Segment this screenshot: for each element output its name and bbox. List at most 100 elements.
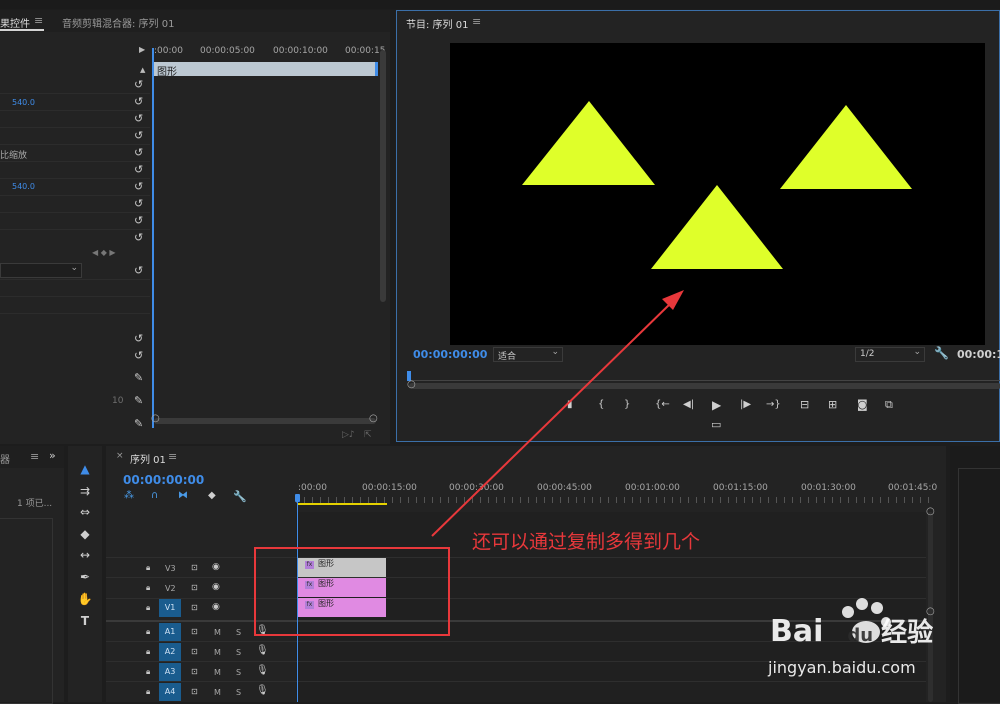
timeline-time-ruler[interactable]: :00:00 00:00:15:00 00:00:30:00 00:00:45:… — [296, 479, 937, 509]
sync-lock-icon[interactable]: ⊡ — [191, 563, 198, 572]
play-button[interactable]: ▶ — [712, 398, 721, 412]
track-label-a1[interactable]: A1 — [159, 623, 181, 641]
microphone-icon[interactable]: 🎙︎ — [256, 645, 269, 656]
snap-magnet-icon[interactable]: ∩ — [151, 490, 158, 501]
ripple-edit-tool[interactable]: ⇔ — [76, 503, 94, 521]
reset-icon[interactable]: ↺ — [134, 129, 143, 142]
sync-lock-icon[interactable]: ⊡ — [191, 687, 198, 696]
reset-icon[interactable]: ↺ — [134, 146, 143, 159]
ec-time-ruler[interactable]: :00:00 00:00:05:00 00:00:10:00 00:00:15 — [152, 42, 385, 62]
type-tool[interactable]: T — [76, 612, 94, 630]
wrench-icon[interactable]: 🔧 — [934, 346, 949, 360]
reset-icon[interactable]: ↺ — [134, 214, 143, 227]
add-marker-icon[interactable]: ◆ — [208, 490, 216, 501]
track-label-v3[interactable]: V3 — [165, 564, 176, 573]
project-bin-area[interactable] — [0, 518, 53, 704]
eye-icon[interactable]: ◉ — [212, 582, 220, 592]
go-to-in-button[interactable]: {← — [655, 399, 670, 410]
ec-horizontal-scrollbar[interactable] — [154, 418, 376, 424]
tab-project[interactable]: 器 — [0, 451, 10, 466]
scroll-handle-top-icon[interactable]: ○ — [926, 506, 935, 517]
ec-clip-bar[interactable]: 图形 — [154, 62, 378, 78]
reset-icon[interactable]: ↺ — [134, 112, 143, 125]
lock-icon[interactable]: 🔒︎ — [146, 563, 150, 573]
lock-icon[interactable]: 🔒︎ — [146, 627, 150, 637]
solo-button[interactable]: S — [236, 668, 241, 677]
mark-in-button[interactable]: { — [598, 399, 604, 410]
scroll-handle-left-icon[interactable]: ○ — [151, 413, 160, 424]
selection-tool[interactable]: ▲ — [76, 460, 94, 478]
export-audio-icon[interactable]: ▷♪ — [342, 430, 355, 440]
program-zoom-scrollbar[interactable] — [409, 383, 1000, 389]
timeline-timecode[interactable]: 00:00:00:00 — [123, 473, 204, 487]
tab-audio-clip-mixer[interactable]: 音频剪辑混合器: 序列 01 — [62, 15, 174, 30]
safe-margins-icon[interactable]: ▭ — [711, 418, 721, 431]
hand-tool[interactable]: ✋ — [76, 590, 94, 608]
eye-icon[interactable]: ◉ — [212, 562, 220, 572]
panel-menu-icon[interactable]: ≡ — [34, 14, 43, 27]
keyframe-nav-icon[interactable]: ◀ ◆ ▶ — [92, 248, 116, 257]
reset-icon[interactable]: ↺ — [134, 163, 143, 176]
scroll-handle-left-icon[interactable]: ○ — [407, 379, 416, 390]
property-value[interactable]: 540.0 — [12, 98, 35, 107]
step-back-button[interactable]: ◀| — [683, 399, 694, 410]
lock-icon[interactable]: 🔒︎ — [146, 647, 150, 657]
mark-out-button[interactable]: } — [624, 399, 630, 410]
program-timecode[interactable]: 00:00:00:00 — [413, 348, 487, 361]
solo-button[interactable]: S — [236, 628, 241, 637]
mute-button[interactable]: M — [214, 668, 221, 677]
sync-lock-icon[interactable]: ⊡ — [191, 603, 198, 612]
work-area-bar[interactable] — [297, 503, 387, 505]
mute-button[interactable]: M — [214, 688, 221, 697]
tab-sequence[interactable]: 序列 01 — [130, 451, 166, 466]
ec-vertical-scrollbar[interactable] — [380, 50, 386, 302]
show-hide-timeline-icon[interactable]: ▶ — [139, 45, 145, 54]
panel-menu-icon[interactable]: ≡ — [168, 450, 177, 463]
mute-button[interactable]: M — [214, 628, 221, 637]
program-scrub-ruler[interactable] — [409, 373, 1000, 381]
lock-icon[interactable]: 🔒︎ — [146, 583, 150, 593]
property-value[interactable]: 540.0 — [12, 182, 35, 191]
scroll-up-icon[interactable]: ▲ — [140, 66, 145, 74]
extract-icon[interactable]: ⊞ — [828, 398, 837, 411]
mute-button[interactable]: M — [214, 648, 221, 657]
program-video-frame[interactable] — [450, 43, 985, 345]
lock-icon[interactable]: 🔒︎ — [146, 667, 150, 677]
razor-tool[interactable]: ◆ — [76, 525, 94, 543]
eyedropper-icon[interactable]: ✎ — [134, 417, 143, 430]
panel-menu-icon[interactable]: ≡ — [472, 15, 481, 28]
track-label-a2[interactable]: A2 — [159, 643, 181, 661]
slip-tool[interactable]: ↔ — [76, 546, 94, 564]
lock-icon[interactable]: 🔒︎ — [146, 687, 150, 697]
scroll-handle-right-icon[interactable]: ○ — [369, 413, 378, 424]
pen-tool[interactable]: ✒ — [76, 568, 94, 586]
reset-icon[interactable]: ↺ — [134, 264, 143, 277]
sync-lock-icon[interactable]: ⊡ — [191, 667, 198, 676]
comparison-view-icon[interactable]: ⧉ — [885, 398, 893, 412]
add-marker-icon[interactable]: ▮ — [567, 399, 573, 410]
ec-playhead[interactable] — [152, 48, 154, 428]
reset-icon[interactable]: ↺ — [134, 349, 143, 362]
reset-icon[interactable]: ↺ — [134, 197, 143, 210]
close-icon[interactable]: × — [116, 451, 124, 461]
zoom-fit-dropdown[interactable]: 适合 ⌄ — [493, 347, 563, 362]
tab-effect-controls[interactable]: 果控件 — [0, 15, 30, 30]
resolution-dropdown[interactable]: 1/2 ⌄ — [855, 347, 925, 362]
track-label-a3[interactable]: A3 — [159, 663, 181, 681]
go-to-out-button[interactable]: →} — [766, 399, 781, 410]
timeline-settings-icon[interactable]: 🔧 — [233, 490, 247, 503]
sync-lock-icon[interactable]: ⊡ — [191, 627, 198, 636]
track-select-tool[interactable]: ⇉ — [76, 482, 94, 500]
nest-sequence-icon[interactable]: ⁂ — [124, 490, 134, 501]
reset-icon[interactable]: ↺ — [134, 332, 143, 345]
reset-icon[interactable]: ↺ — [134, 180, 143, 193]
sync-lock-icon[interactable]: ⊡ — [191, 647, 198, 656]
eye-icon[interactable]: ◉ — [212, 602, 220, 612]
panel-overflow-icon[interactable]: » — [49, 449, 56, 462]
eyedropper-icon[interactable]: ✎ — [134, 371, 143, 384]
track-label-v2[interactable]: V2 — [165, 584, 176, 593]
eyedropper-icon[interactable]: ✎ — [134, 394, 143, 407]
blend-mode-dropdown[interactable]: ⌄ — [0, 263, 82, 278]
lock-icon[interactable]: 🔒︎ — [146, 603, 150, 613]
reset-icon[interactable]: ↺ — [134, 95, 143, 108]
